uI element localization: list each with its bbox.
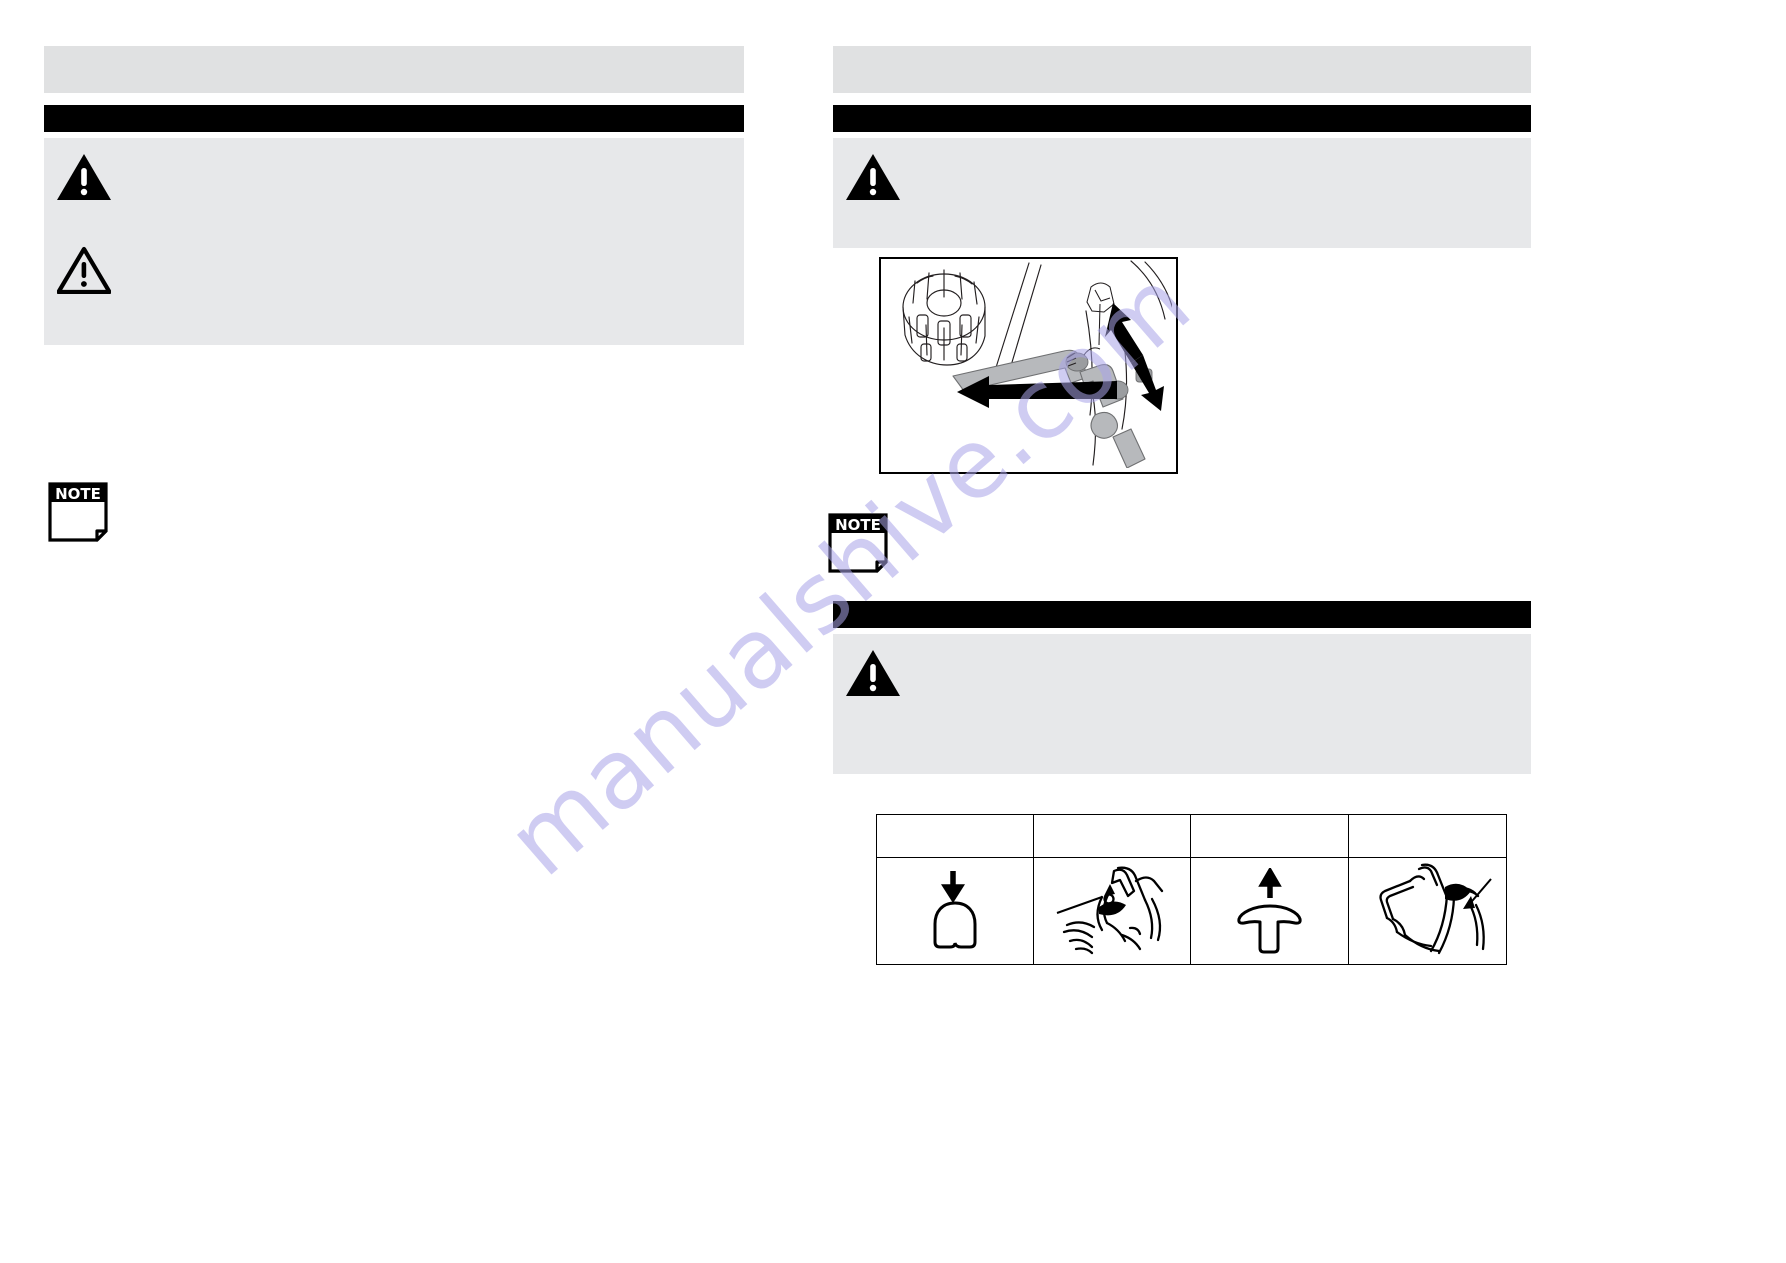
left-heading-band <box>44 46 744 93</box>
knob-pull-up-pictogram <box>1236 868 1302 954</box>
right-section-bar-top <box>833 105 1531 132</box>
note-page-icon: NOTE <box>48 482 108 542</box>
knob-press-down-pictogram <box>933 871 977 949</box>
pictogram-table-header-row <box>876 814 1507 858</box>
left-warning-box <box>44 138 744 345</box>
right-heading-band <box>833 46 1531 93</box>
pictogram-cell-handle-release <box>1348 857 1507 965</box>
note-page-icon: NOTE <box>828 513 888 573</box>
handle-lever-push-pictogram <box>1056 866 1164 955</box>
manual-page: NOTE NOTE manualshive.com <box>0 0 1786 1263</box>
handle-lever-release-pictogram <box>1378 863 1492 955</box>
left-section-bar <box>44 105 744 132</box>
pictogram-header-cell-2 <box>1033 814 1191 858</box>
pictogram-header-cell-1 <box>876 814 1034 858</box>
left-note-block: NOTE <box>47 481 109 548</box>
pictogram-table <box>876 814 1507 965</box>
knob-and-lever-adjustment-diagram <box>902 260 1172 468</box>
pictogram-cell-knob-pull-up <box>1190 857 1349 965</box>
right-warning-box-bottom <box>833 634 1531 774</box>
warning-triangle-solid-icon <box>56 152 112 207</box>
pictogram-cell-knob-press-down <box>876 857 1034 965</box>
pictogram-header-cell-4 <box>1348 814 1507 858</box>
pictogram-cell-handle-push <box>1033 857 1191 965</box>
right-warning-box-top <box>833 138 1531 248</box>
svg-text:NOTE: NOTE <box>835 516 881 534</box>
warning-triangle-outline-icon <box>56 246 112 299</box>
pictogram-table-row <box>876 857 1507 965</box>
pictogram-header-cell-3 <box>1190 814 1349 858</box>
illustration-frame <box>879 257 1178 474</box>
warning-triangle-solid-icon <box>845 648 901 703</box>
svg-text:NOTE: NOTE <box>55 485 101 503</box>
right-note-block: NOTE <box>827 512 889 579</box>
right-section-bar-bottom <box>833 601 1531 628</box>
warning-triangle-solid-icon <box>845 152 901 207</box>
